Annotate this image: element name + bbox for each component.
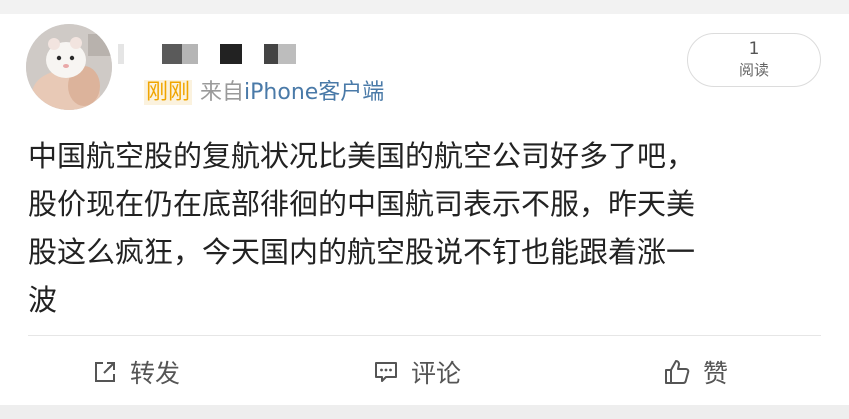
post-card: 刚刚 来自iPhone客户端 1 阅读 中国航空股的复航状况比美国的航空公司好多了… bbox=[0, 14, 849, 405]
comment-icon bbox=[375, 362, 397, 382]
read-count: 1 bbox=[748, 39, 760, 59]
source-client-link[interactable]: iPhone客户端 bbox=[244, 80, 384, 105]
content-line: 中国航空股的复航状况比美国的航空公司好多了吧， bbox=[28, 139, 696, 173]
action-divider bbox=[28, 335, 821, 336]
avatar[interactable] bbox=[26, 24, 112, 110]
content-line: 股价现在仍在底部徘徊的中国航司表示不服，昨天美 bbox=[28, 187, 696, 221]
comment-button[interactable]: 评论 bbox=[373, 354, 461, 390]
avatar-image bbox=[26, 24, 112, 110]
like-button[interactable]: 赞 bbox=[663, 354, 728, 390]
content-line: 股这么疯狂，今天国内的航空股说不钉也能跟着涨一 bbox=[28, 235, 696, 269]
repost-label: 转发 bbox=[130, 359, 181, 388]
like-label: 赞 bbox=[703, 359, 729, 388]
repost-button[interactable]: 转发 bbox=[92, 354, 180, 390]
bottom-separator bbox=[0, 405, 849, 419]
comment-label: 评论 bbox=[411, 359, 462, 388]
content-line: 波 bbox=[28, 283, 58, 317]
read-label: 阅读 bbox=[738, 61, 769, 79]
read-count-badge: 1 阅读 bbox=[687, 33, 821, 87]
post-meta: 刚刚 来自iPhone客户端 bbox=[144, 78, 384, 108]
source-prefix: 来自 bbox=[200, 80, 245, 105]
top-separator bbox=[0, 0, 849, 14]
post-time: 刚刚 bbox=[144, 80, 193, 105]
thumbs-up-icon bbox=[665, 360, 690, 384]
share-icon bbox=[95, 362, 115, 382]
username-masked[interactable] bbox=[118, 44, 318, 66]
post-content: 中国航空股的复航状况比美国的航空公司好多了吧， 股价现在仍在底部徘徊的中国航司表… bbox=[28, 132, 818, 324]
